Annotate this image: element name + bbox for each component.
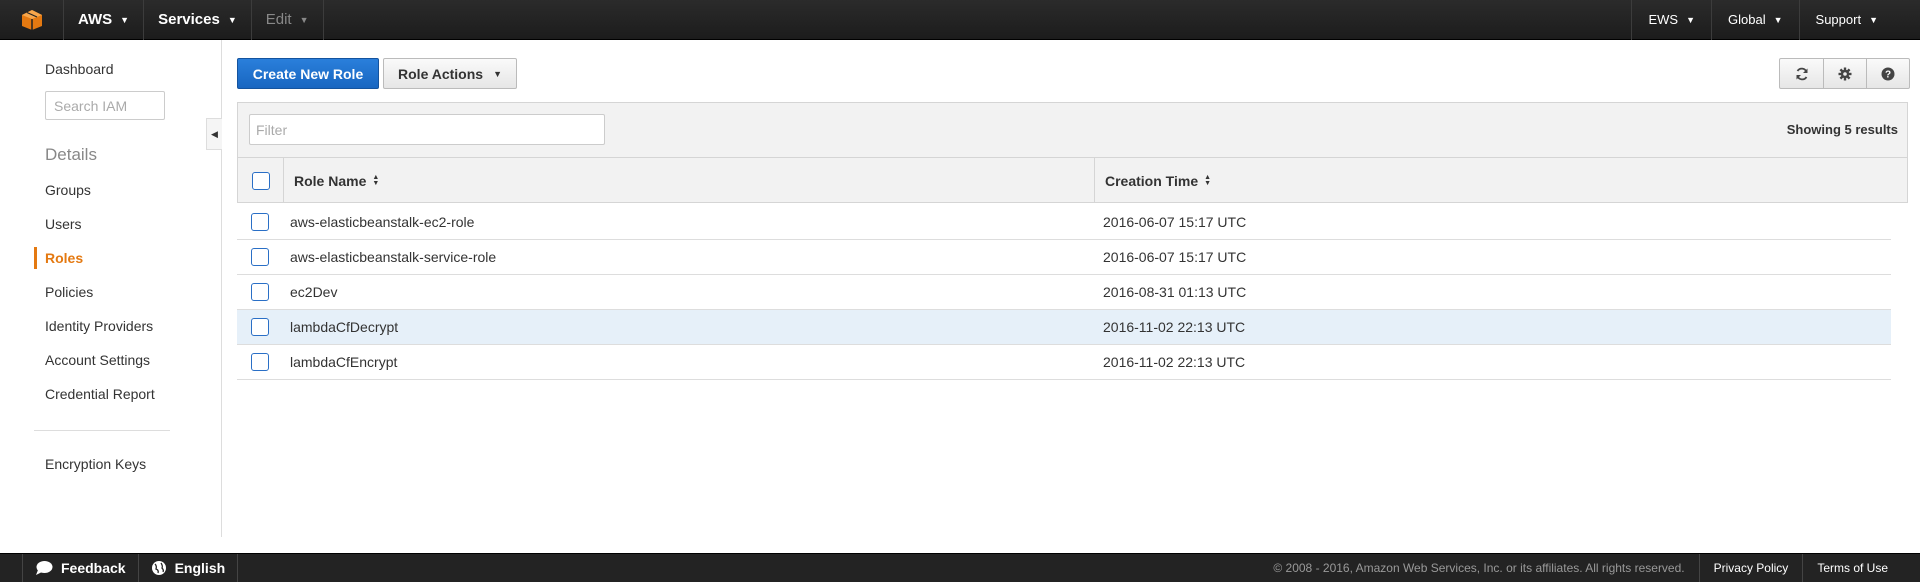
- refresh-button[interactable]: [1780, 59, 1823, 88]
- creation-time-cell: 2016-11-02 22:13 UTC: [1103, 354, 1246, 370]
- feedback-label: Feedback: [61, 560, 126, 576]
- sidebar-item-account-settings[interactable]: Account Settings: [45, 352, 150, 368]
- result-count: Showing 5 results: [1786, 122, 1898, 137]
- toolbar-icon-group: ?: [1779, 58, 1910, 89]
- chevron-down-icon: ▼: [120, 14, 130, 25]
- row-checkbox[interactable]: [251, 318, 269, 336]
- edit-menu-label: Edit: [265, 11, 292, 28]
- column-header-creation-time[interactable]: Creation Time ▲ ▼: [1095, 158, 1907, 203]
- aws-menu[interactable]: AWS ▼: [64, 0, 145, 40]
- column-header-label: Role Name: [294, 172, 367, 189]
- creation-time-cell: 2016-08-31 01:13 UTC: [1103, 284, 1247, 300]
- role-name-cell[interactable]: lambdaCfDecrypt: [283, 319, 1094, 335]
- globe-icon: [151, 561, 166, 575]
- creation-time-cell: 2016-06-07 15:17 UTC: [1103, 214, 1247, 230]
- settings-button[interactable]: [1823, 59, 1866, 88]
- select-all-checkbox[interactable]: [251, 171, 270, 190]
- services-menu[interactable]: Services ▼: [144, 0, 252, 40]
- active-indicator: [34, 247, 37, 269]
- svg-text:?: ?: [1885, 69, 1891, 80]
- role-name-cell[interactable]: aws-elasticbeanstalk-service-role: [283, 249, 1094, 265]
- sidebar-divider: [34, 430, 170, 431]
- edit-menu[interactable]: Edit ▼: [252, 0, 324, 40]
- table-row[interactable]: aws-elasticbeanstalk-service-role 2016-0…: [237, 240, 1891, 275]
- footer: Feedback English © 2008 - 2016, Amazon W…: [0, 553, 1920, 582]
- refresh-icon: [1796, 67, 1807, 80]
- chevron-down-icon: ▼: [1773, 14, 1783, 25]
- filter-input[interactable]: [249, 114, 605, 145]
- row-checkbox[interactable]: [251, 353, 269, 371]
- sidebar-item-identity-providers[interactable]: Identity Providers: [45, 318, 153, 334]
- role-name-cell[interactable]: aws-elasticbeanstalk-ec2-role: [283, 214, 1094, 230]
- row-checkbox[interactable]: [251, 213, 269, 231]
- chevron-down-icon: ▼: [299, 14, 309, 25]
- sidebar-item-dashboard[interactable]: Dashboard: [45, 61, 114, 77]
- aws-cube-icon[interactable]: [0, 0, 64, 40]
- table-row[interactable]: aws-elasticbeanstalk-ec2-role 2016-06-07…: [237, 205, 1891, 240]
- row-checkbox[interactable]: [251, 248, 269, 266]
- privacy-policy-link[interactable]: Privacy Policy: [1698, 553, 1803, 582]
- table-row[interactable]: lambdaCfEncrypt 2016-11-02 22:13 UTC: [237, 345, 1891, 380]
- speech-bubble-icon: [36, 561, 53, 575]
- sidebar-item-groups[interactable]: Groups: [45, 182, 91, 198]
- aws-menu-label: AWS: [78, 11, 113, 28]
- feedback-button[interactable]: Feedback: [22, 553, 139, 582]
- role-name-cell[interactable]: lambdaCfEncrypt: [283, 354, 1094, 370]
- chevron-left-icon: ◀: [211, 128, 218, 139]
- language-label: English: [174, 560, 226, 576]
- sidebar-item-credential-report[interactable]: Credential Report: [45, 386, 155, 402]
- copyright-text: © 2008 - 2016, Amazon Web Services, Inc.…: [1273, 561, 1685, 575]
- region-menu-label: Global: [1728, 12, 1766, 27]
- row-check-cell: [237, 248, 283, 266]
- column-header-label: Creation Time: [1105, 172, 1199, 189]
- sidebar: Dashboard Details Groups Users Roles Pol…: [0, 40, 222, 537]
- sidebar-item-policies[interactable]: Policies: [45, 284, 93, 300]
- sidebar-heading-details: Details: [45, 145, 97, 164]
- row-check-cell: [237, 283, 283, 301]
- gear-icon: [1838, 67, 1852, 80]
- row-check-cell: [237, 353, 283, 371]
- terms-of-use-link[interactable]: Terms of Use: [1802, 553, 1920, 582]
- creation-time-cell: 2016-06-07 15:17 UTC: [1103, 249, 1247, 265]
- sidebar-item-users[interactable]: Users: [45, 216, 82, 232]
- role-actions-label: Role Actions: [398, 65, 484, 82]
- select-all-cell: [238, 158, 284, 203]
- support-menu[interactable]: Support ▼: [1798, 0, 1920, 40]
- sort-icon: ▲ ▼: [372, 173, 380, 187]
- row-check-cell: [237, 318, 283, 336]
- chevron-down-icon: ▼: [1686, 14, 1696, 25]
- sort-icon: ▲ ▼: [1204, 173, 1212, 187]
- creation-time-cell: 2016-11-02 22:13 UTC: [1103, 319, 1246, 335]
- table-body: aws-elasticbeanstalk-ec2-role 2016-06-07…: [237, 205, 1891, 380]
- help-button[interactable]: ?: [1866, 59, 1909, 88]
- column-header-role-name[interactable]: Role Name ▲ ▼: [284, 158, 1095, 203]
- roles-table-panel: Showing 5 results Role Name ▲▼ Creation …: [237, 102, 1908, 203]
- sidebar-item-encryption-keys[interactable]: Encryption Keys: [45, 456, 146, 472]
- language-button[interactable]: English: [139, 553, 239, 582]
- top-navigation-bar: AWS ▼ Services ▼ Edit ▼ EWS ▼ Global ▼ S…: [0, 0, 1920, 40]
- sidebar-item-roles[interactable]: Roles: [45, 250, 83, 266]
- help-icon: ?: [1881, 67, 1895, 80]
- role-name-cell[interactable]: ec2Dev: [283, 284, 1094, 300]
- chevron-down-icon: ▼: [227, 14, 237, 25]
- row-checkbox[interactable]: [251, 283, 269, 301]
- account-menu-label: EWS: [1648, 12, 1679, 27]
- create-new-role-button[interactable]: Create New Role: [237, 58, 379, 89]
- support-menu-label: Support: [1815, 12, 1862, 27]
- region-menu[interactable]: Global ▼: [1711, 0, 1799, 40]
- services-menu-label: Services: [158, 11, 220, 28]
- chevron-down-icon: ▼: [493, 68, 502, 79]
- table-row[interactable]: ec2Dev 2016-08-31 01:13 UTC: [237, 275, 1891, 310]
- table-header: Role Name ▲ ▼ Creation Time ▲ ▼: [238, 157, 1907, 203]
- collapse-sidebar-button[interactable]: ◀: [206, 118, 222, 150]
- nav-right-group: EWS ▼ Global ▼ Support ▼: [1631, 0, 1920, 40]
- search-iam-input[interactable]: [45, 91, 165, 120]
- account-menu[interactable]: EWS ▼: [1631, 0, 1711, 40]
- table-row-highlighted[interactable]: lambdaCfDecrypt 2016-11-02 22:13 UTC: [237, 310, 1891, 345]
- chevron-down-icon: ▼: [1869, 14, 1878, 25]
- row-check-cell: [237, 213, 283, 231]
- role-actions-button[interactable]: Role Actions ▼: [383, 58, 517, 89]
